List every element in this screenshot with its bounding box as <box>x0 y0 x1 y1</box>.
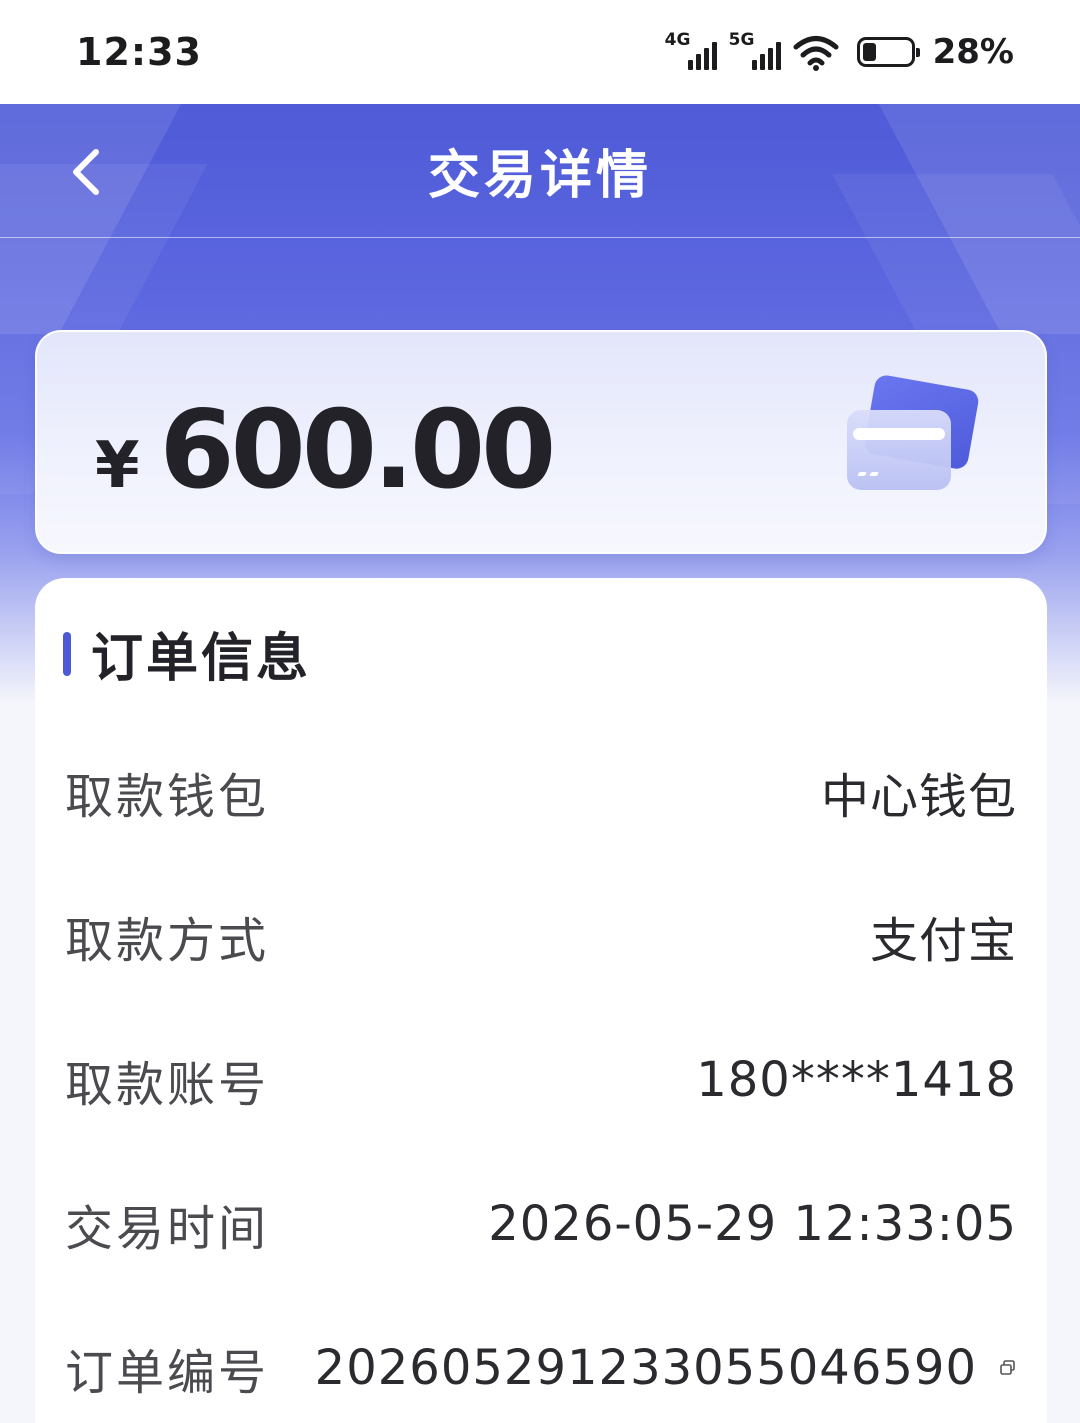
section-title-text: 订单信息 <box>91 629 312 689</box>
status-bar: 12:33 4G 5G 28% <box>0 0 1080 104</box>
wifi-icon <box>793 36 839 71</box>
row-order-number: 订单编号 20260529123305504659​0 <box>65 1328 1017 1408</box>
order-number-value: 20260529123305504659​0 <box>315 1340 1017 1396</box>
row-label: 取款钱包 <box>65 769 270 825</box>
amount-value: 600.00 <box>159 388 557 513</box>
row-value: 180****1418 <box>696 1052 1017 1108</box>
network-type-label: 4G <box>664 30 691 50</box>
card-icon <box>847 375 979 490</box>
network-type-label: 5G <box>728 30 755 50</box>
row-label: 取款方式 <box>65 913 270 969</box>
page-title: 交易详情 <box>427 146 652 206</box>
amount-display: ¥ 600.00 <box>95 388 557 513</box>
row-label: 取款账号 <box>65 1057 270 1113</box>
row-value: 支付宝 <box>869 913 1017 969</box>
row-value: 中心钱包 <box>820 769 1017 825</box>
status-icons: 4G 5G 28% <box>664 30 1014 72</box>
row-withdraw-method: 取款方式 支付宝 <box>65 896 1017 976</box>
transaction-detail-page: 12:33 4G 5G 28% 交易详情 ¥ 600.00 订单信息 取款钱包 … <box>0 0 1080 1423</box>
chevron-left-icon <box>73 149 99 195</box>
row-label: 订单编号 <box>65 1345 270 1401</box>
signal-5g-icon: 5G <box>728 30 781 72</box>
signal-4g-icon: 4G <box>664 30 717 72</box>
battery-fill <box>862 43 876 61</box>
order-info-card: 订单信息 取款钱包 中心钱包 取款方式 支付宝 取款账号 180****1418… <box>35 578 1047 1423</box>
row-value: 2026-05-29 12:33:05 <box>488 1196 1017 1252</box>
back-button[interactable] <box>56 140 116 204</box>
row-withdraw-wallet: 取款钱包 中心钱包 <box>65 752 1017 832</box>
row-withdraw-account: 取款账号 180****1418 <box>65 1040 1017 1120</box>
status-time: 12:33 <box>76 30 202 74</box>
amount-card: ¥ 600.00 <box>35 330 1047 554</box>
copy-icon[interactable] <box>999 1359 1017 1377</box>
section-accent-bar <box>63 631 71 676</box>
row-transaction-time: 交易时间 2026-05-29 12:33:05 <box>65 1184 1017 1264</box>
nav-bar: 交易详情 <box>0 104 1080 238</box>
row-value: 20260529123305504659​0 <box>314 1340 977 1396</box>
row-label: 交易时间 <box>65 1201 270 1257</box>
currency-symbol: ¥ <box>95 429 140 503</box>
section-title: 订单信息 <box>63 616 311 691</box>
battery-icon <box>856 37 920 67</box>
battery-percent: 28% <box>932 32 1014 72</box>
